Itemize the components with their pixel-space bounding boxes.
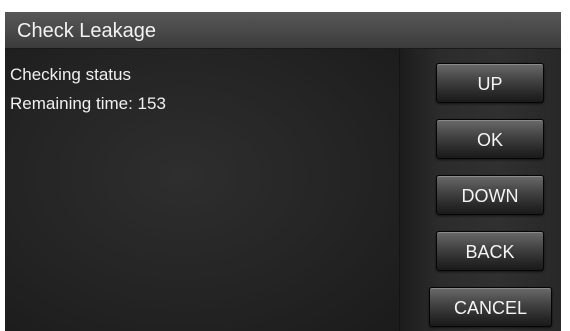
- cancel-button[interactable]: CANCEL: [429, 287, 552, 327]
- printer-screen: Check Leakage Checking status Remaining …: [5, 12, 561, 331]
- remaining-time: Remaining time: 153: [10, 94, 166, 113]
- ok-button[interactable]: OK: [436, 119, 544, 159]
- status-panel: Checking status Remaining time: 153: [5, 49, 399, 331]
- button-panel: UP OK DOWN BACK CANCEL: [399, 49, 561, 331]
- up-button[interactable]: UP: [436, 63, 544, 103]
- down-button[interactable]: DOWN: [436, 175, 544, 215]
- status-message: Checking status: [10, 65, 131, 84]
- back-button[interactable]: BACK: [436, 231, 544, 271]
- window-title: Check Leakage: [17, 20, 156, 42]
- title-bar: Check Leakage: [5, 12, 561, 49]
